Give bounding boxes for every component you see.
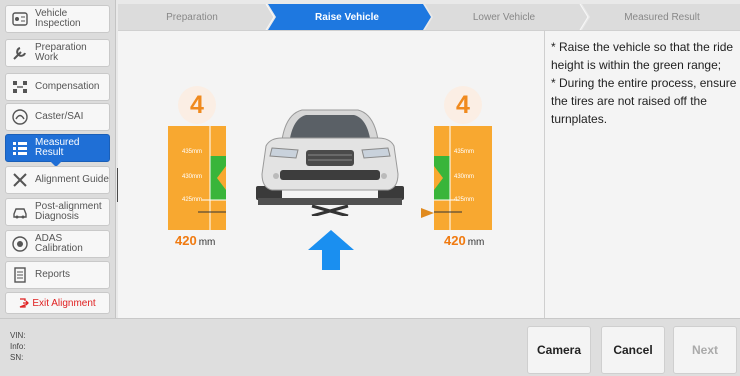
step-measured-result: Measured Result (624, 11, 700, 23)
car-on-lift-image (256, 109, 404, 216)
left-count: 4 (178, 86, 216, 124)
right-ride-height-reading: 420 mm (444, 233, 484, 248)
step-raise-vehicle: Raise Vehicle (315, 11, 379, 23)
instruction-line: * Raise the vehicle so that the ride hei… (551, 40, 734, 72)
left-reading-value: 420 (175, 233, 197, 248)
next-button[interactable]: Next (673, 326, 737, 374)
sidebar: Vehicle Inspection Preparation Work Comp… (0, 0, 116, 318)
sidebar-item-label: Reports (35, 269, 71, 280)
exit-alignment-button[interactable]: Exit Alignment (5, 292, 110, 314)
sidebar-item-label: Preparation Work (35, 42, 87, 63)
sidebar-item-label: Alignment Guide (35, 174, 109, 185)
right-indicator-arrow (421, 208, 434, 218)
sidebar-item-adas-calibration[interactable]: ADAS Calibration (5, 230, 110, 258)
tick-label: 435mm (454, 149, 475, 155)
tick-label: 435mm (182, 149, 203, 155)
sidebar-item-label: Compensation (35, 81, 100, 92)
tools-icon (9, 169, 31, 191)
info-label: Info: (10, 342, 26, 351)
right-reading-unit: mm (467, 237, 485, 248)
car-diagnosis-icon (9, 201, 31, 223)
sidebar-item-label: Caster/SAI (35, 111, 84, 122)
tick-label: 430mm (454, 174, 475, 180)
report-icon (9, 264, 31, 286)
sidebar-item-compensation[interactable]: Compensation (5, 73, 110, 101)
compensation-icon (9, 76, 31, 98)
left-ride-height-reading: 420 mm (175, 233, 215, 248)
sidebar-item-reports[interactable]: Reports (5, 261, 110, 289)
tick-label: 425mm (182, 197, 203, 203)
left-reading-unit: mm (198, 237, 216, 248)
right-count: 4 (444, 86, 482, 124)
camera-button[interactable]: Camera (527, 326, 591, 374)
panel-divider (544, 30, 545, 318)
sidebar-item-label: Post-alignment Diagnosis (35, 201, 102, 222)
tick-label: 430mm (182, 174, 203, 180)
sidebar-item-measured-result[interactable]: Measured Result (5, 134, 110, 167)
sidebar-item-preparation-work[interactable]: Preparation Work (5, 39, 110, 67)
exit-icon (20, 298, 30, 308)
sidebar-item-alignment-guide[interactable]: Alignment Guide (5, 166, 110, 194)
wrench-icon (9, 42, 31, 64)
adas-icon (9, 233, 31, 255)
step-preparation: Preparation (166, 11, 218, 23)
sidebar-item-label: Measured Result (35, 137, 80, 158)
instruction-line: * During the entire process, ensure the … (551, 76, 737, 126)
sidebar-item-label: ADAS Calibration (35, 233, 83, 254)
sidebar-item-caster-sai[interactable]: Caster/SAI (5, 103, 110, 131)
vin-label: VIN: (10, 331, 26, 340)
list-icon (9, 137, 31, 159)
vehicle-inspection-icon (9, 8, 31, 30)
exit-alignment-label: Exit Alignment (32, 297, 96, 309)
sn-label: SN: (10, 353, 24, 362)
right-reading-value: 420 (444, 233, 466, 248)
sidebar-item-label: Vehicle Inspection (35, 8, 81, 29)
right-ride-height-gauge: 4 435mm 430mm 425mm (422, 86, 492, 230)
left-ride-height-gauge: 4 435mm 430mm 425mm (168, 86, 238, 230)
step-lower-vehicle: Lower Vehicle (472, 11, 536, 23)
cancel-button[interactable]: Cancel (601, 326, 665, 374)
tick-label: 425mm (454, 197, 475, 203)
raise-arrow-icon (308, 230, 354, 270)
sidebar-item-post-alignment-diagnosis[interactable]: Post-alignment Diagnosis (5, 198, 110, 226)
sidebar-item-vehicle-inspection[interactable]: Vehicle Inspection (5, 5, 110, 33)
caster-icon (9, 106, 31, 128)
instructions: * Raise the vehicle so that the ride hei… (551, 38, 737, 128)
